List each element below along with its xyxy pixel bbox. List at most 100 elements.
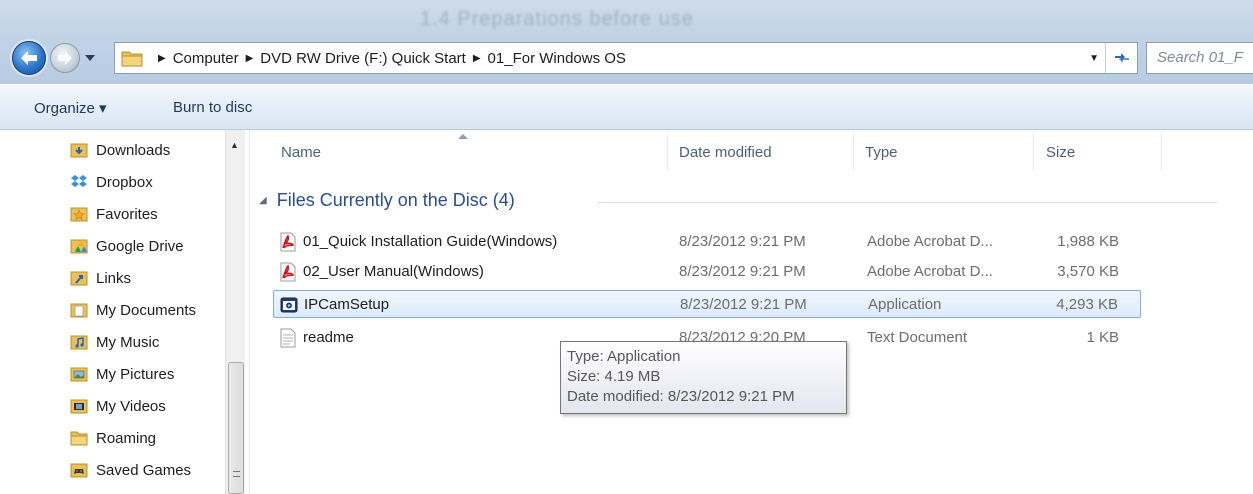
- nav-item-roaming[interactable]: Roaming: [70, 422, 156, 454]
- refresh-button[interactable]: [1105, 43, 1137, 73]
- file-name: IPCamSetup: [304, 296, 390, 313]
- nav-item-downloads[interactable]: Downloads: [70, 134, 170, 166]
- column-header-name[interactable]: Name: [281, 144, 321, 161]
- file-info-tooltip: Type: Application Size: 4.19 MB Date mod…: [560, 341, 847, 414]
- forward-arrow-icon: [58, 51, 72, 65]
- favorites-folder-icon: [70, 205, 88, 223]
- file-name: readme: [303, 329, 354, 346]
- window-title: 1.4 Preparations before use: [420, 8, 694, 30]
- breadcrumb-separator-icon: ▶: [245, 52, 254, 64]
- file-type: Application: [868, 296, 942, 313]
- breadcrumb-computer[interactable]: Computer: [173, 50, 239, 67]
- nav-item-label: My Music: [96, 333, 160, 351]
- downloads-folder-icon: [70, 141, 88, 159]
- nav-item-label: Dropbox: [96, 173, 153, 191]
- file-name: 02_User Manual(Windows): [303, 263, 484, 280]
- nav-item-my-videos[interactable]: My Videos: [70, 390, 166, 422]
- grip-icon: [233, 471, 240, 477]
- file-date: 8/23/2012 9:21 PM: [679, 233, 806, 250]
- organize-button[interactable]: Organize ▾: [34, 99, 107, 117]
- nav-item-saved-games[interactable]: Saved Games: [70, 454, 191, 486]
- tooltip-size: Size: 4.19 MB: [567, 368, 661, 385]
- breadcrumb-dvd-drive[interactable]: DVD RW Drive (F:) Quick Start: [260, 50, 466, 67]
- column-divider[interactable]: [853, 134, 854, 170]
- links-folder-icon: [70, 269, 88, 287]
- title-bar: 1.4 Preparations before use ▶ Computer ▶…: [0, 0, 1253, 84]
- tooltip-date: Date modified: 8/23/2012 9:21 PM: [567, 388, 795, 405]
- file-row-quick-guide[interactable]: 01_Quick Installation Guide(Windows) 8/2…: [273, 228, 1141, 256]
- nav-item-my-documents[interactable]: My Documents: [70, 294, 196, 326]
- nav-item-label: Saved Games: [96, 461, 192, 479]
- videos-folder-icon: [70, 397, 88, 415]
- application-icon: [280, 297, 298, 313]
- file-size: 4,293 KB: [1056, 296, 1118, 313]
- file-row-ipcamsetup[interactable]: IPCamSetup 8/23/2012 9:21 PM Application…: [273, 290, 1141, 318]
- nav-item-links[interactable]: Links: [70, 262, 131, 294]
- nav-item-label: My Videos: [96, 397, 166, 415]
- nav-pane-scrollbar[interactable]: ▲: [225, 130, 245, 494]
- file-type: Text Document: [867, 329, 968, 346]
- nav-item-label: Favorites: [96, 205, 158, 223]
- back-button[interactable]: [12, 41, 46, 75]
- collapse-triangle-icon[interactable]: ◢: [259, 195, 267, 206]
- file-size: 3,570 KB: [1057, 263, 1119, 280]
- column-divider[interactable]: [1033, 134, 1034, 170]
- tooltip-type: Type: Application: [567, 348, 681, 365]
- navigation-pane: Downloads Dropbox Favorites Google Drive…: [0, 130, 250, 494]
- nav-item-label: Google Drive: [96, 237, 184, 255]
- chevron-down-icon: [85, 55, 95, 61]
- breadcrumb-separator-icon: ▶: [472, 52, 481, 64]
- nav-item-label: My Pictures: [96, 365, 175, 383]
- search-input[interactable]: Search 01_F: [1146, 42, 1253, 74]
- column-header-size[interactable]: Size: [1046, 144, 1075, 161]
- nav-item-favorites[interactable]: Favorites: [70, 198, 158, 230]
- nav-item-google-drive[interactable]: Google Drive: [70, 230, 184, 262]
- nav-item-label: Roaming: [96, 429, 157, 447]
- sort-ascending-icon: [458, 134, 468, 139]
- dropbox-icon: [70, 173, 88, 191]
- nav-item-label: Downloads: [96, 141, 171, 159]
- nav-item-label: My Documents: [96, 301, 197, 319]
- address-bar[interactable]: ▶ Computer ▶ DVD RW Drive (F:) Quick Sta…: [114, 42, 1138, 74]
- music-folder-icon: [70, 333, 88, 351]
- file-date: 8/23/2012 9:21 PM: [680, 296, 807, 313]
- breadcrumb-current-folder[interactable]: 01_For Windows OS: [488, 50, 626, 67]
- forward-button[interactable]: [50, 43, 80, 73]
- scroll-up-arrow-icon[interactable]: ▲: [230, 140, 239, 150]
- file-row-user-manual[interactable]: 02_User Manual(Windows) 8/23/2012 9:21 P…: [273, 258, 1141, 286]
- recent-pages-button[interactable]: [84, 52, 96, 64]
- file-type: Adobe Acrobat D...: [867, 233, 993, 250]
- file-name: 01_Quick Installation Guide(Windows): [303, 233, 558, 250]
- group-divider: [597, 202, 1217, 203]
- column-divider[interactable]: [667, 134, 668, 170]
- documents-folder-icon: [70, 301, 88, 319]
- column-divider[interactable]: [1161, 134, 1162, 170]
- scrollbar-thumb[interactable]: [228, 362, 244, 494]
- folder-icon: [121, 49, 143, 67]
- group-label: Files Currently on the Disc (4): [276, 190, 515, 210]
- back-arrow-icon: [21, 51, 37, 65]
- saved-games-folder-icon: [70, 461, 88, 479]
- pictures-folder-icon: [70, 365, 88, 383]
- column-header-date[interactable]: Date modified: [679, 144, 772, 161]
- column-header-type[interactable]: Type: [865, 144, 898, 161]
- file-size: 1 KB: [1086, 329, 1119, 346]
- text-file-icon: [280, 328, 296, 348]
- file-list: Name Date modified Type Size ◢ Files Cur…: [251, 130, 1253, 494]
- file-date: 8/23/2012 9:21 PM: [679, 263, 806, 280]
- nav-item-dropbox[interactable]: Dropbox: [70, 166, 153, 198]
- nav-item-label: Links: [96, 269, 132, 287]
- pdf-file-icon: [280, 262, 296, 282]
- breadcrumb-separator-icon: ▶: [158, 52, 166, 64]
- address-dropdown-icon[interactable]: ▼: [1089, 53, 1099, 64]
- nav-item-my-pictures[interactable]: My Pictures: [70, 358, 174, 390]
- burn-to-disc-button[interactable]: Burn to disc: [173, 99, 252, 116]
- command-toolbar: Organize ▾ Burn to disc: [0, 84, 1253, 130]
- group-header[interactable]: ◢ Files Currently on the Disc (4): [259, 190, 515, 211]
- folder-icon: [70, 429, 88, 447]
- file-size: 1,988 KB: [1057, 233, 1119, 250]
- pdf-file-icon: [280, 232, 296, 252]
- file-type: Adobe Acrobat D...: [867, 263, 993, 280]
- refresh-icon: [1114, 53, 1129, 63]
- nav-item-my-music[interactable]: My Music: [70, 326, 159, 358]
